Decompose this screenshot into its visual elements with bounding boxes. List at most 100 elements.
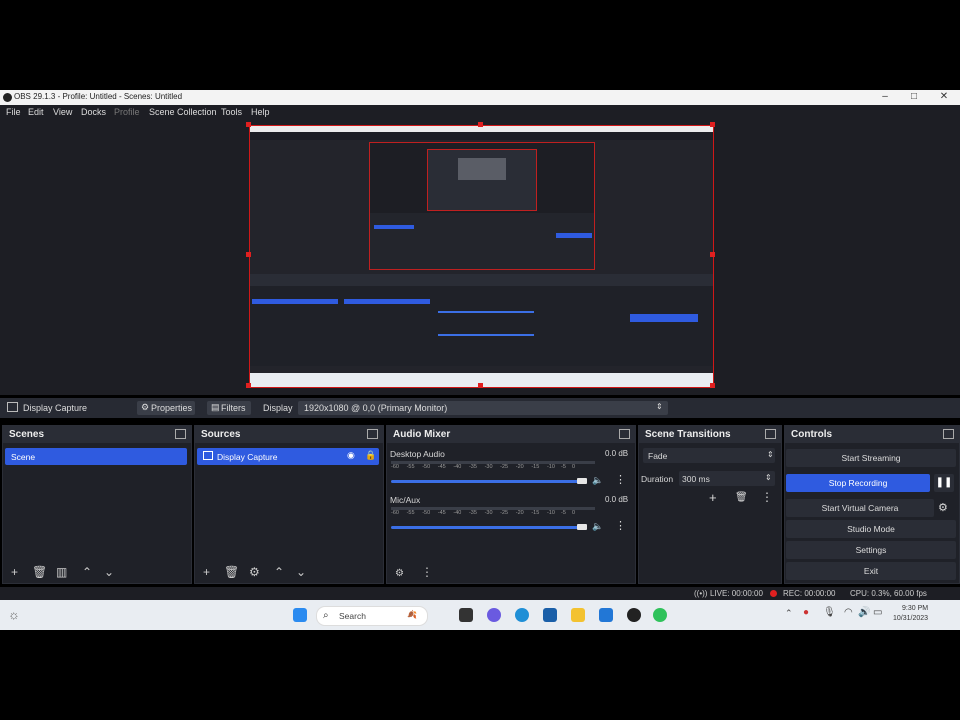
obs-taskbar-icon[interactable] xyxy=(627,608,641,622)
float-dock-icon[interactable] xyxy=(175,429,186,439)
close-button[interactable]: ✕ xyxy=(929,91,959,102)
move-down-icon[interactable]: ⌄ xyxy=(296,565,306,579)
float-dock-icon[interactable] xyxy=(765,429,776,439)
speaker-icon[interactable]: 🔈 xyxy=(592,475,603,486)
wifi-icon[interactable]: ◠ xyxy=(844,607,853,618)
source-properties-icon[interactable]: ⚙ xyxy=(249,565,260,579)
selected-source-name: Display Capture xyxy=(23,403,88,413)
scenes-title: Scenes xyxy=(9,429,45,440)
properties-button[interactable]: ⚙ Properties xyxy=(137,401,195,415)
battery-icon[interactable]: ▭ xyxy=(873,607,882,618)
studio-mode-button[interactable]: Studio Mode xyxy=(786,520,956,538)
maximize-button[interactable]: □ xyxy=(899,91,929,102)
menu-edit[interactable]: Edit xyxy=(28,107,44,117)
taskbar-search-box[interactable]: ⌕ Search 🍂 xyxy=(316,606,428,626)
move-up-icon[interactable]: ⌃ xyxy=(274,565,284,579)
scene-transitions-dock-header: Scene Transitions xyxy=(639,426,781,443)
store-icon[interactable] xyxy=(543,608,557,622)
remove-scene-icon[interactable]: 🗑 xyxy=(32,565,47,579)
settings-button[interactable]: Settings xyxy=(786,541,956,559)
weather-icon[interactable]: ☼ xyxy=(8,607,20,622)
volume-slider-handle[interactable] xyxy=(577,478,587,484)
scene-transitions-title: Scene Transitions xyxy=(645,429,731,440)
resize-handle-t[interactable] xyxy=(478,122,483,127)
microphone-icon[interactable]: 🎙 xyxy=(823,607,836,618)
display-select[interactable]: 1920x1080 @ 0,0 (Primary Monitor) ⇕ xyxy=(298,401,668,415)
volume-slider-handle[interactable] xyxy=(577,524,587,530)
meter-ticks: -60 -55 -50 -45 -40 -35 -30 -25 -20 -15 … xyxy=(391,464,576,470)
resize-handle-b[interactable] xyxy=(478,383,483,388)
edge-browser-icon[interactable] xyxy=(515,608,529,622)
taskbar-clock-time[interactable]: 9:30 PM xyxy=(902,605,928,612)
remove-source-icon[interactable]: 🗑 xyxy=(224,565,239,579)
resize-handle-tr[interactable] xyxy=(710,122,715,127)
live-icon: ((•)) xyxy=(694,589,708,598)
monitor-icon xyxy=(7,402,18,412)
move-down-icon[interactable]: ⌄ xyxy=(104,565,114,579)
lock-icon[interactable]: 🔒 xyxy=(365,450,376,461)
tray-app-icon[interactable]: ● xyxy=(803,607,809,618)
transition-options-icon[interactable]: ⋮ xyxy=(761,490,773,504)
move-up-icon[interactable]: ⌃ xyxy=(82,565,92,579)
source-item[interactable]: Display Capture ◉ 🔒 xyxy=(197,448,379,465)
scene-item[interactable]: Scene xyxy=(5,448,187,465)
resize-handle-tl[interactable] xyxy=(246,122,251,127)
resize-handle-r[interactable] xyxy=(710,252,715,257)
more-options-icon[interactable]: ⋮ xyxy=(615,519,626,532)
menu-docks[interactable]: Docks xyxy=(81,107,106,117)
chat-icon[interactable] xyxy=(487,608,501,622)
start-streaming-button[interactable]: Start Streaming xyxy=(786,449,956,467)
search-icon: ⌕ xyxy=(323,610,329,621)
resize-handle-bl[interactable] xyxy=(246,383,251,388)
resize-handle-br[interactable] xyxy=(710,383,715,388)
windows-start-icon[interactable] xyxy=(293,608,307,622)
virtual-camera-settings-icon[interactable]: ⚙ xyxy=(938,501,948,514)
mixer-menu-icon[interactable]: ⋮ xyxy=(421,565,433,579)
filters-button[interactable]: ▤ Filters xyxy=(207,401,251,415)
whatsapp-icon[interactable] xyxy=(653,608,667,622)
controls-title: Controls xyxy=(791,429,833,440)
source-toolbar: Display Capture ⚙ Properties ▤ Filters D… xyxy=(0,398,960,418)
scene-filters-icon[interactable]: ▥ xyxy=(56,565,67,579)
visibility-eye-icon[interactable]: ◉ xyxy=(347,450,355,461)
transition-select[interactable]: Fade ⇕ xyxy=(643,448,775,463)
volume-icon[interactable]: 🔊 xyxy=(858,607,870,618)
duration-spinbox[interactable]: 300 ms ⇕ xyxy=(679,471,775,486)
filter-icon: ▤ xyxy=(211,402,220,412)
menu-help[interactable]: Help xyxy=(251,107,270,117)
menu-view[interactable]: View xyxy=(53,107,72,117)
volume-slider[interactable] xyxy=(391,526,587,529)
minimize-button[interactable]: – xyxy=(870,91,900,102)
float-dock-icon[interactable] xyxy=(943,429,954,439)
chevron-up-icon[interactable]: ⌃ xyxy=(785,608,793,619)
transition-select-value: Fade xyxy=(648,451,668,461)
duration-label: Duration xyxy=(641,474,674,484)
add-source-icon[interactable]: + xyxy=(203,565,210,579)
speaker-icon[interactable]: 🔈 xyxy=(592,521,603,532)
vscode-icon[interactable] xyxy=(599,608,613,622)
remove-transition-icon[interactable]: 🗑 xyxy=(735,492,748,503)
taskbar-clock-date[interactable]: 10/31/2023 xyxy=(893,615,928,622)
menu-scene-collection[interactable]: Scene Collection xyxy=(149,107,217,117)
add-scene-icon[interactable]: + xyxy=(11,565,18,579)
add-transition-icon[interactable]: + xyxy=(709,490,717,505)
start-virtual-camera-button[interactable]: Start Virtual Camera xyxy=(786,499,934,517)
menu-profile[interactable]: Profile xyxy=(114,107,140,117)
float-dock-icon[interactable] xyxy=(367,429,378,439)
more-options-icon[interactable]: ⋮ xyxy=(615,473,626,486)
advanced-audio-icon[interactable]: ⚙ xyxy=(395,568,404,579)
menu-tools[interactable]: Tools xyxy=(221,107,242,117)
menu-file[interactable]: File xyxy=(6,107,21,117)
task-view-icon[interactable] xyxy=(459,608,473,622)
float-dock-icon[interactable] xyxy=(619,429,630,439)
resize-handle-l[interactable] xyxy=(246,252,251,257)
file-explorer-icon[interactable] xyxy=(571,608,585,622)
pause-recording-icon[interactable]: ❚❚ xyxy=(934,474,954,492)
preview-source-capture[interactable] xyxy=(249,125,714,388)
exit-button[interactable]: Exit xyxy=(786,562,956,580)
live-timer: LIVE: 00:00:00 xyxy=(710,589,763,598)
stop-recording-button[interactable]: Stop Recording xyxy=(786,474,930,492)
chevron-updown-icon: ⇕ xyxy=(656,402,663,411)
channel-name: Desktop Audio xyxy=(390,449,445,459)
volume-slider[interactable] xyxy=(391,480,587,483)
